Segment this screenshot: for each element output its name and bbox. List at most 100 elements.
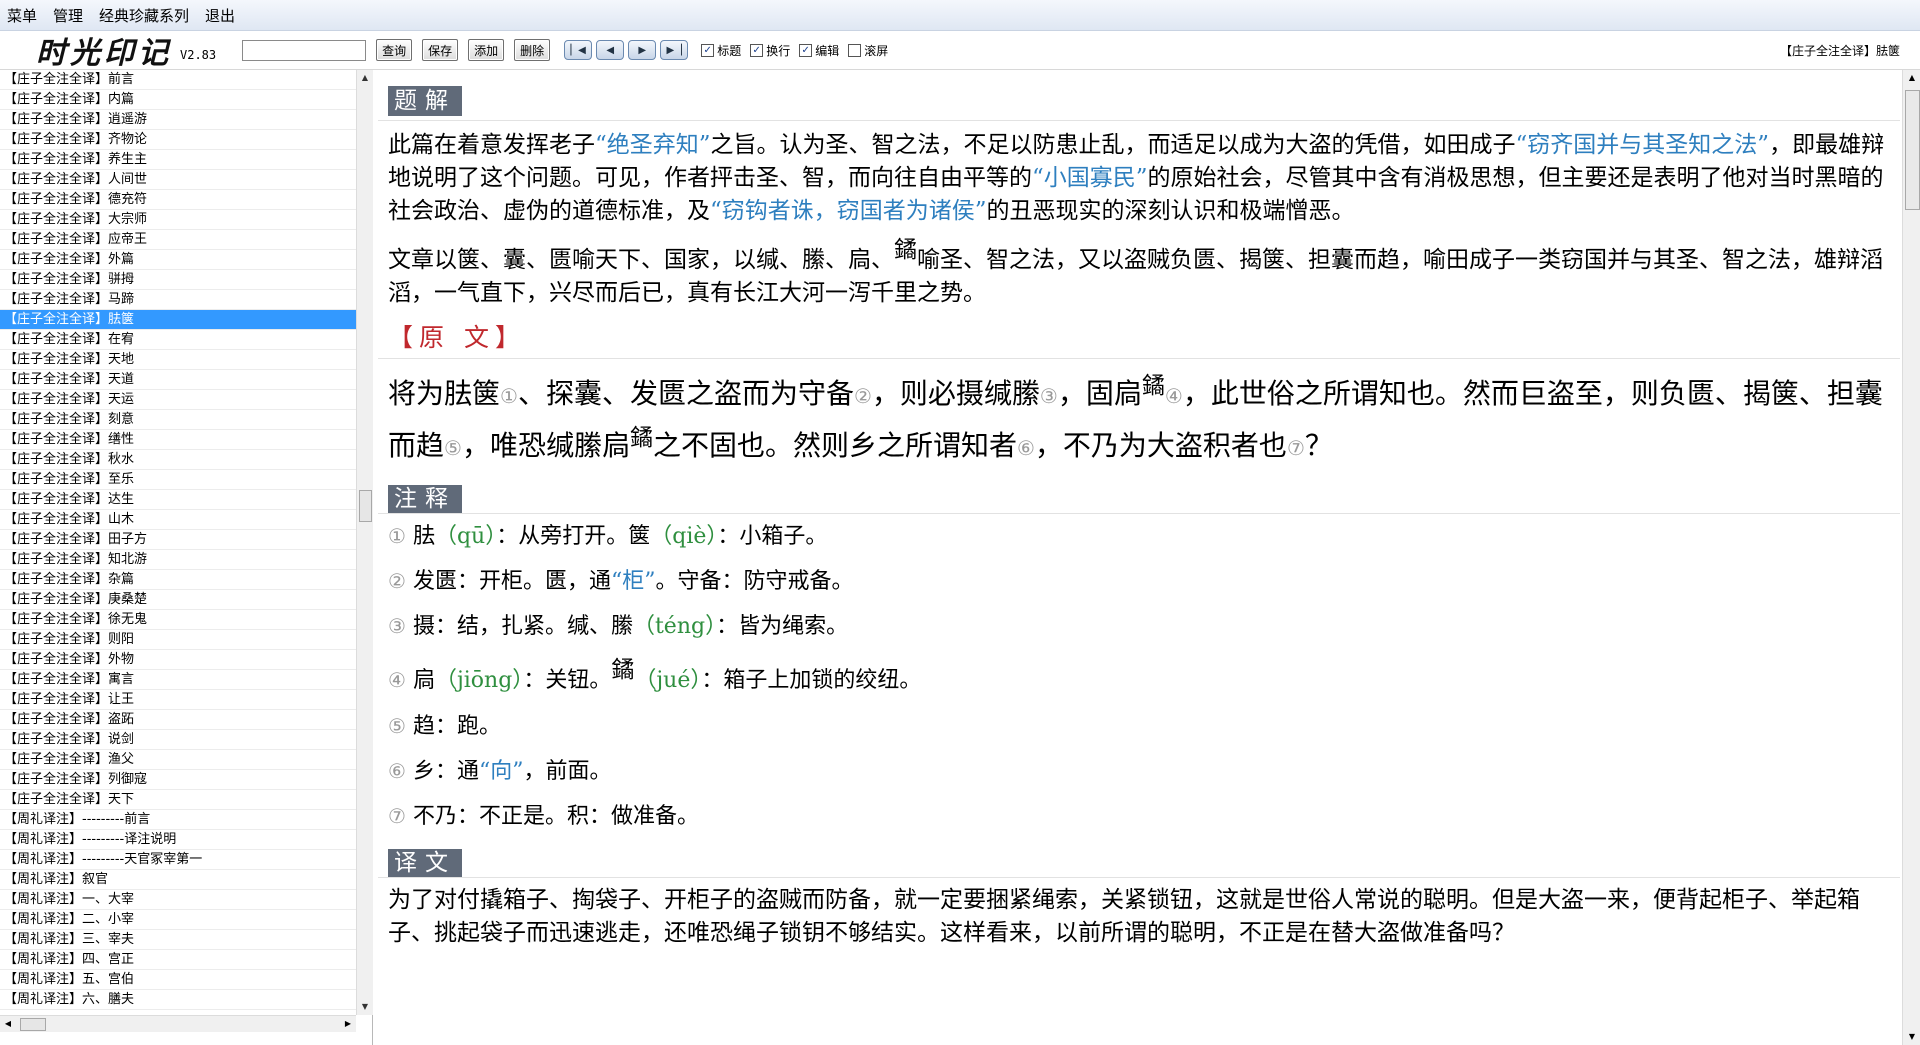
list-item[interactable]: 【庄子全注全译】缮性 bbox=[0, 430, 356, 450]
list-item[interactable]: 【周礼译注】---------译注说明 bbox=[0, 830, 356, 850]
scroll-down-icon[interactable]: ▼ bbox=[357, 999, 373, 1015]
section-heading-yiwen: 译文 bbox=[388, 849, 462, 877]
checkbox-title[interactable]: ✓ 标题 bbox=[701, 42, 741, 59]
list-item[interactable]: 【庄子全注全译】前言 bbox=[0, 70, 356, 90]
list-item[interactable]: 【周礼译注】叙官 bbox=[0, 870, 356, 890]
list-item[interactable]: 【庄子全注全译】至乐 bbox=[0, 470, 356, 490]
list-item[interactable]: 【庄子全注全译】养生主 bbox=[0, 150, 356, 170]
add-button[interactable]: 添加 bbox=[468, 39, 505, 61]
scroll-up-icon[interactable]: ▲ bbox=[1903, 70, 1920, 86]
list-item[interactable]: 【庄子全注全译】达生 bbox=[0, 490, 356, 510]
highlight-quote: “向” bbox=[478, 759, 524, 784]
checkbox-scroll[interactable]: 滚屏 bbox=[848, 42, 888, 59]
list-item[interactable]: 【庄子全注全译】则阳 bbox=[0, 630, 356, 650]
list-item[interactable]: 【庄子全注全译】秋水 bbox=[0, 450, 356, 470]
first-page-icon[interactable]: ▏◀ bbox=[564, 40, 593, 60]
list-item[interactable]: 【周礼译注】三、宰夫 bbox=[0, 930, 356, 950]
list-item[interactable]: 【庄子全注全译】知北游 bbox=[0, 550, 356, 570]
list-item[interactable]: 【庄子全注全译】应帝王 bbox=[0, 230, 356, 250]
sidebar: 【庄子全注全译】前言 【庄子全注全译】内篇 【庄子全注全译】逍遥游 【庄子全注全译】齐… bbox=[0, 70, 373, 1045]
delete-button[interactable]: 删除 bbox=[514, 39, 551, 61]
query-button[interactable]: 查询 bbox=[376, 39, 413, 61]
note-marker[interactable]: ③ bbox=[1040, 384, 1058, 408]
save-button[interactable]: 保存 bbox=[422, 39, 459, 61]
note-marker[interactable]: ④ bbox=[1165, 384, 1183, 408]
list-item[interactable]: 【庄子全注全译】骈拇 bbox=[0, 270, 356, 290]
checkbox-edit[interactable]: ✓ 编辑 bbox=[799, 42, 839, 59]
list-item[interactable]: 【庄子全注全译】杂篇 bbox=[0, 570, 356, 590]
scroll-down-icon[interactable]: ▼ bbox=[1903, 1029, 1920, 1045]
list-item[interactable]: 【庄子全注全译】渔父 bbox=[0, 750, 356, 770]
list-item[interactable]: 【庄子全注全译】胠箧 bbox=[0, 310, 356, 330]
note-marker[interactable]: ② bbox=[854, 384, 872, 408]
text: ：关钮。 bbox=[523, 668, 612, 693]
menu-item-menu[interactable]: 菜单 bbox=[0, 5, 46, 26]
text: ，唯恐缄縢扃 bbox=[461, 429, 630, 462]
rare-character: 鐍 bbox=[611, 657, 635, 683]
scroll-thumb[interactable] bbox=[20, 1018, 46, 1031]
list-item[interactable]: 【周礼译注】四、宫正 bbox=[0, 950, 356, 970]
scroll-thumb[interactable] bbox=[1905, 90, 1920, 210]
scroll-up-icon[interactable]: ▲ bbox=[357, 70, 373, 86]
list-item[interactable]: 【庄子全注全译】天地 bbox=[0, 350, 356, 370]
note-marker[interactable]: ① bbox=[500, 384, 518, 408]
scroll-thumb[interactable] bbox=[359, 490, 372, 522]
scroll-right-icon[interactable]: ▶ bbox=[340, 1016, 356, 1032]
menu-item-manage[interactable]: 管理 bbox=[46, 5, 92, 26]
list-item[interactable]: 【庄子全注全译】马蹄 bbox=[0, 290, 356, 310]
list-item[interactable]: 【庄子全注全译】寓言 bbox=[0, 670, 356, 690]
list-item[interactable]: 【周礼译注】六、膳夫 bbox=[0, 990, 356, 1010]
list-item[interactable]: 【周礼译注】二、小宰 bbox=[0, 910, 356, 930]
list-item[interactable]: 【庄子全注全译】列御寇 bbox=[0, 770, 356, 790]
sidebar-horizontal-scrollbar[interactable]: ◀ ▶ bbox=[0, 1015, 356, 1032]
content-vertical-scrollbar[interactable]: ▲ ▼ bbox=[1902, 70, 1920, 1045]
list-item[interactable]: 【周礼译注】一、大宰 bbox=[0, 890, 356, 910]
note-marker[interactable]: ⑤ bbox=[444, 436, 462, 460]
pinyin: （jiōng） bbox=[434, 668, 524, 693]
list-item[interactable]: 【庄子全注全译】庚桑楚 bbox=[0, 590, 356, 610]
text: 。守备：防守戒备。 bbox=[655, 569, 854, 594]
list-item[interactable]: 【庄子全注全译】田子方 bbox=[0, 530, 356, 550]
menu-item-exit[interactable]: 退出 bbox=[198, 5, 244, 26]
note-marker[interactable]: ⑥ bbox=[1017, 436, 1035, 460]
menu-item-classics[interactable]: 经典珍藏系列 bbox=[92, 5, 198, 26]
nav-button-group: ▏◀ ◀ ▶ ▶▕ bbox=[564, 40, 692, 60]
sidebar-vertical-scrollbar[interactable]: ▲ ▼ bbox=[356, 70, 373, 1015]
list-item[interactable]: 【庄子全注全译】刻意 bbox=[0, 410, 356, 430]
list-item[interactable]: 【庄子全注全译】让王 bbox=[0, 690, 356, 710]
list-item[interactable]: 【庄子全注全译】外篇 bbox=[0, 250, 356, 270]
note-marker[interactable]: ⑦ bbox=[1287, 436, 1305, 460]
list-item[interactable]: 【庄子全注全译】山木 bbox=[0, 510, 356, 530]
list-item[interactable]: 【庄子全注全译】盗跖 bbox=[0, 710, 356, 730]
list-item[interactable]: 【庄子全注全译】在宥 bbox=[0, 330, 356, 350]
toolbar: 时光印记 V2.83 查询 保存 添加 删除 ▏◀ ◀ ▶ ▶▕ ✓ 标题 ✓ 换行… bbox=[0, 31, 1920, 71]
list-item[interactable]: 【庄子全注全译】齐物论 bbox=[0, 130, 356, 150]
text: 乡：通 bbox=[412, 759, 479, 784]
article-content[interactable]: 题解 此篇在着意发挥老子“绝圣弃知”之旨。认为圣、智之法，不足以防患止乱，而适足… bbox=[378, 70, 1900, 1045]
list-item[interactable]: 【周礼译注】---------天官冢宰第一 bbox=[0, 850, 356, 870]
note-number: ① bbox=[388, 524, 406, 548]
text: ，则必摄缄縢 bbox=[871, 377, 1040, 410]
list-item[interactable]: 【庄子全注全译】逍遥游 bbox=[0, 110, 356, 130]
list-item[interactable]: 【庄子全注全译】德充符 bbox=[0, 190, 356, 210]
scroll-left-icon[interactable]: ◀ bbox=[0, 1016, 16, 1032]
rare-character: 鐍 bbox=[1141, 373, 1165, 399]
text: ，前面。 bbox=[523, 759, 612, 784]
last-page-icon[interactable]: ▶▕ bbox=[660, 40, 689, 60]
list-item[interactable]: 【周礼译注】---------前言 bbox=[0, 810, 356, 830]
list-item[interactable]: 【庄子全注全译】外物 bbox=[0, 650, 356, 670]
list-item[interactable]: 【庄子全注全译】天道 bbox=[0, 370, 356, 390]
list-item[interactable]: 【庄子全注全译】天下 bbox=[0, 790, 356, 810]
list-item[interactable]: 【庄子全注全译】大宗师 bbox=[0, 210, 356, 230]
checkbox-edit-label: 编辑 bbox=[815, 43, 840, 58]
checkbox-wrap[interactable]: ✓ 换行 bbox=[750, 42, 790, 59]
search-input[interactable] bbox=[242, 39, 367, 61]
list-item[interactable]: 【庄子全注全译】说剑 bbox=[0, 730, 356, 750]
list-item[interactable]: 【庄子全注全译】内篇 bbox=[0, 90, 356, 110]
list-item[interactable]: 【庄子全注全译】人间世 bbox=[0, 170, 356, 190]
previous-page-icon[interactable]: ◀ bbox=[596, 40, 625, 60]
next-page-icon[interactable]: ▶ bbox=[628, 40, 657, 60]
list-item[interactable]: 【庄子全注全译】徐无鬼 bbox=[0, 610, 356, 630]
list-item[interactable]: 【庄子全注全译】天运 bbox=[0, 390, 356, 410]
list-item[interactable]: 【周礼译注】五、宫伯 bbox=[0, 970, 356, 990]
